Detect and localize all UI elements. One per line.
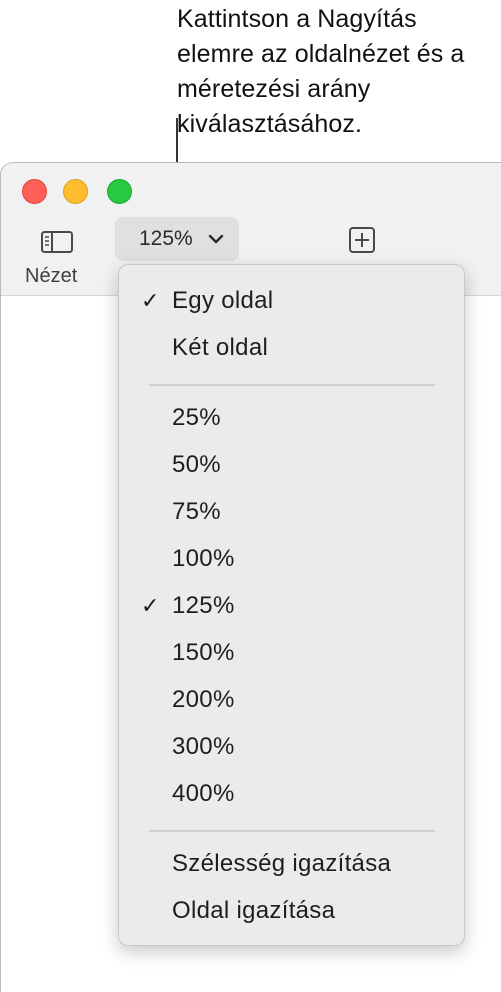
zoom-menu: ✓ Egy oldal Két oldal 25% 50% 75% 100% ✓ 125% 150… xyxy=(118,264,465,946)
menu-item[interactable]: 100% xyxy=(119,539,464,579)
menu-item[interactable]: Oldal igazítása xyxy=(119,891,464,931)
menu-item[interactable]: 75% xyxy=(119,492,464,532)
add-button[interactable] xyxy=(347,225,377,255)
menu-item-label: Két oldal xyxy=(172,334,269,361)
view-label: Nézet xyxy=(25,265,78,287)
zoom-value: 125% xyxy=(139,227,193,250)
menu-item-label: Szélesség igazítása xyxy=(172,850,392,877)
menu-item-label: 125% xyxy=(172,592,235,619)
menu-item[interactable]: 150% xyxy=(119,633,464,673)
menu-item[interactable]: ✓ Egy oldal xyxy=(119,281,464,321)
plus-square-icon xyxy=(349,227,375,253)
zoom-window-button[interactable] xyxy=(107,179,132,204)
menu-item-label: 300% xyxy=(172,733,235,760)
menu-item-label: 100% xyxy=(172,545,235,572)
menu-item[interactable]: 25% xyxy=(119,398,464,438)
menu-item[interactable]: Két oldal xyxy=(119,328,464,368)
menu-separator xyxy=(149,384,435,386)
zoom-button[interactable]: 125% xyxy=(115,217,239,261)
menu-item-label: 50% xyxy=(172,451,221,478)
callout-text: Kattintson a Nagyítás elemre az oldalnéz… xyxy=(177,5,465,138)
menu-item[interactable]: 300% xyxy=(119,727,464,767)
minimize-window-button[interactable] xyxy=(63,179,88,204)
menu-separator xyxy=(149,830,435,832)
menu-item-label: 400% xyxy=(172,780,235,807)
close-window-button[interactable] xyxy=(22,179,47,204)
checkmark-icon: ✓ xyxy=(141,593,160,618)
menu-item-label: Oldal igazítása xyxy=(172,897,336,924)
menu-item[interactable]: Szélesség igazítása xyxy=(119,844,464,884)
menu-item[interactable]: 400% xyxy=(119,774,464,814)
checkmark-icon: ✓ xyxy=(141,288,160,313)
menu-item-label: 150% xyxy=(172,639,235,666)
menu-item-label: Egy oldal xyxy=(172,287,274,314)
menu-item[interactable]: ✓ 125% xyxy=(119,586,464,626)
menu-item[interactable]: 200% xyxy=(119,680,464,720)
menu-item[interactable]: 50% xyxy=(119,445,464,485)
sidebar-icon xyxy=(41,231,73,253)
view-button[interactable] xyxy=(39,229,75,255)
chevron-down-icon xyxy=(208,234,224,244)
menu-item-label: 75% xyxy=(172,498,221,525)
menu-item-label: 200% xyxy=(172,686,235,713)
menu-item-label: 25% xyxy=(172,404,221,431)
